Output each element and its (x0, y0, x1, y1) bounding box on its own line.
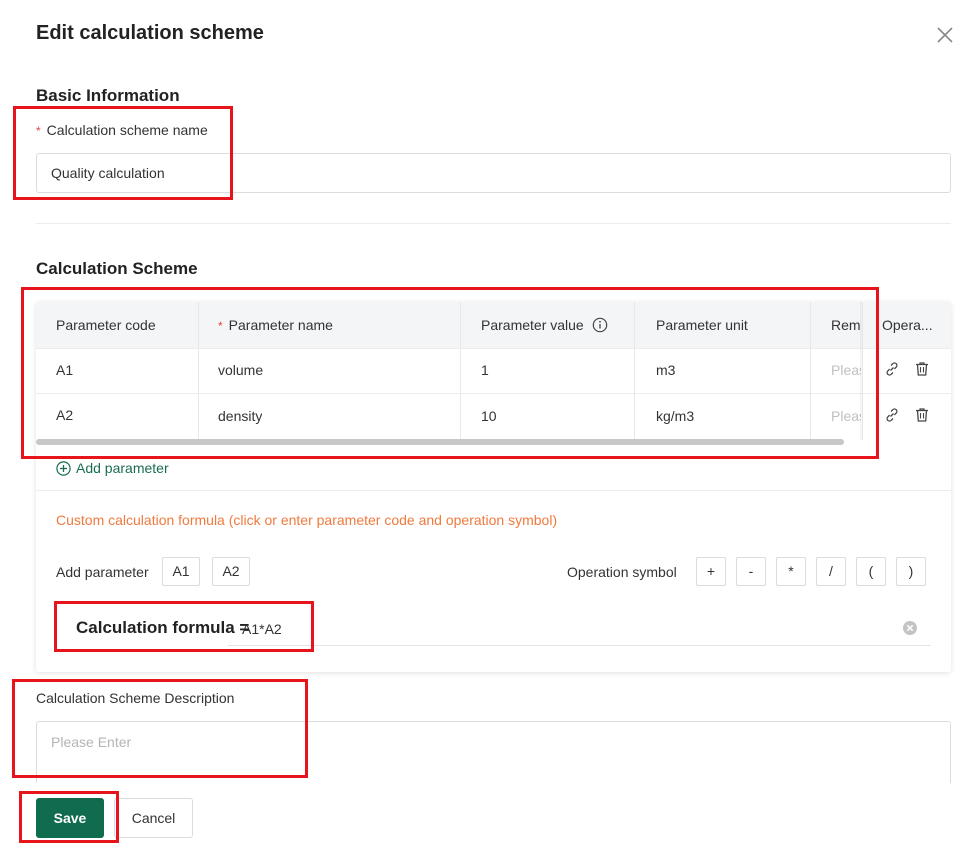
row-divider (36, 348, 951, 349)
cell-unit[interactable]: kg/m3 (656, 393, 694, 439)
cell-remark[interactable]: Pleas (831, 393, 861, 439)
op-chip-close-paren[interactable]: ) (896, 557, 926, 586)
horizontal-scrollbar[interactable] (36, 439, 844, 445)
cell-code: A1 (56, 362, 74, 378)
save-button[interactable]: Save (36, 798, 104, 838)
col-header-remark: Rema (831, 317, 861, 333)
column-separator (634, 302, 635, 440)
link-icon[interactable] (884, 407, 900, 423)
cell-unit[interactable]: m3 (656, 347, 675, 393)
custom-formula-hint: Custom calculation formula (click or ent… (56, 512, 558, 528)
dialog-title: Edit calculation scheme (36, 22, 264, 44)
formula-label: Calculation formula = (76, 618, 250, 637)
param-chip-a1[interactable]: A1 (162, 557, 200, 586)
col-header-name-text: Parameter name (228, 317, 333, 333)
cell-name[interactable]: density (218, 393, 262, 439)
add-circle-icon (56, 460, 71, 476)
col-header-unit: Parameter unit (656, 317, 748, 333)
col-header-value-text: Parameter value (481, 317, 584, 333)
column-separator (198, 302, 199, 440)
column-separator (810, 302, 811, 440)
add-parameter-label: Add parameter (56, 564, 149, 580)
description-textarea[interactable] (36, 721, 951, 783)
card-divider (36, 490, 951, 491)
link-icon[interactable] (884, 361, 900, 377)
close-icon[interactable] (934, 24, 956, 46)
cell-value[interactable]: 10 (481, 393, 497, 439)
op-chip-multiply[interactable]: * (776, 557, 806, 586)
add-parameter-link-text: Add parameter (76, 460, 169, 476)
scheme-name-input[interactable] (36, 153, 951, 193)
col-header-name: * Parameter name (218, 302, 333, 348)
col-header-value: Parameter value (481, 302, 608, 348)
scheme-name-label: * Calculation scheme name (36, 122, 208, 138)
cancel-button[interactable]: Cancel (114, 798, 193, 838)
col-header-code: Parameter code (56, 317, 156, 333)
op-chip-minus[interactable]: - (736, 557, 766, 586)
cell-value[interactable]: 1 (481, 347, 489, 393)
required-mark: * (218, 319, 223, 333)
fixed-column-shadow (860, 302, 863, 440)
basic-info-title: Basic Information (36, 86, 180, 105)
section-divider (36, 223, 951, 224)
description-label: Calculation Scheme Description (36, 690, 235, 706)
required-mark: * (36, 124, 41, 138)
formula-input[interactable] (228, 612, 931, 646)
column-separator (460, 302, 461, 440)
cell-remark[interactable]: Pleas (831, 347, 861, 393)
trash-icon[interactable] (914, 407, 930, 423)
calc-scheme-card: Parameter code * Parameter name Parameter… (36, 302, 951, 672)
operation-symbol-label: Operation symbol (567, 564, 677, 580)
scheme-name-label-text: Calculation scheme name (46, 122, 208, 138)
op-chip-plus[interactable]: + (696, 557, 726, 586)
op-chip-divide[interactable]: / (816, 557, 846, 586)
cell-code: A2 (56, 407, 74, 423)
param-chip-a2[interactable]: A2 (212, 557, 250, 586)
clear-icon[interactable] (902, 620, 918, 636)
info-icon[interactable] (592, 317, 608, 333)
col-header-operation: Opera... (882, 317, 933, 333)
cell-name[interactable]: volume (218, 347, 263, 393)
trash-icon[interactable] (914, 361, 930, 377)
add-parameter-link[interactable]: Add parameter (56, 458, 169, 478)
op-chip-open-paren[interactable]: ( (856, 557, 886, 586)
calc-scheme-title: Calculation Scheme (36, 259, 198, 278)
